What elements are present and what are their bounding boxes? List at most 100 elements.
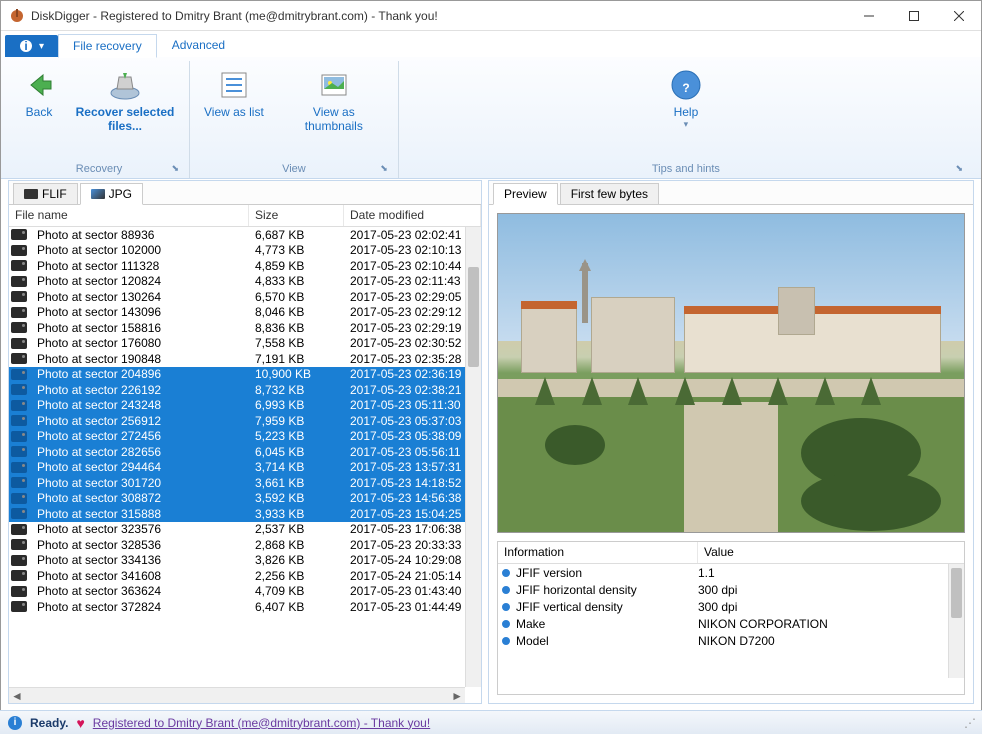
bullet-icon <box>502 620 510 628</box>
file-list-hscrollbar[interactable]: ◄► <box>9 687 465 703</box>
svg-text:?: ? <box>682 81 689 95</box>
file-row[interactable]: Photo at sector 1760807,558 KB2017-05-23… <box>9 336 465 352</box>
metadata-list[interactable]: JFIF version1.1JFIF horizontal density30… <box>498 564 948 694</box>
registration-link[interactable]: Registered to Dmitry Brant (me@dmitrybra… <box>93 716 430 730</box>
file-row[interactable]: Photo at sector 1302646,570 KB2017-05-23… <box>9 289 465 305</box>
metadata-row[interactable]: JFIF horizontal density300 dpi <box>498 581 948 598</box>
file-date: 2017-05-23 02:29:19 <box>344 321 465 335</box>
file-size: 2,256 KB <box>249 569 344 583</box>
file-date: 2017-05-23 05:11:30 <box>344 398 465 412</box>
file-list[interactable]: Photo at sector 889366,687 KB2017-05-23 … <box>9 227 465 687</box>
file-list-header: File name Size Date modified <box>9 205 481 227</box>
resize-grip[interactable]: ⋰ <box>964 716 974 730</box>
file-row[interactable]: Photo at sector 3088723,592 KB2017-05-23… <box>9 491 465 507</box>
tab-flif[interactable]: FLIF <box>13 183 78 205</box>
file-row[interactable]: Photo at sector 3235762,537 KB2017-05-23… <box>9 522 465 538</box>
file-date: 2017-05-23 02:38:21 <box>344 383 465 397</box>
file-row[interactable]: Photo at sector 3341363,826 KB2017-05-24… <box>9 553 465 569</box>
tab-bytes[interactable]: First few bytes <box>560 183 659 205</box>
file-size: 2,537 KB <box>249 522 344 536</box>
file-list-vscrollbar[interactable] <box>465 227 481 687</box>
image-preview <box>497 213 965 533</box>
file-date: 2017-05-23 05:56:11 <box>344 445 465 459</box>
file-row[interactable]: Photo at sector 1020004,773 KB2017-05-23… <box>9 243 465 259</box>
status-info-icon: i <box>8 716 22 730</box>
column-filename[interactable]: File name <box>9 205 249 226</box>
file-date: 2017-05-23 15:04:25 <box>344 507 465 521</box>
file-row[interactable]: Photo at sector 889366,687 KB2017-05-23 … <box>9 227 465 243</box>
view-list-button[interactable]: View as list <box>198 65 270 123</box>
metadata-row[interactable]: JFIF version1.1 <box>498 564 948 581</box>
file-name: Photo at sector 294464 <box>31 460 249 474</box>
file-row[interactable]: Photo at sector 3285362,868 KB2017-05-23… <box>9 537 465 553</box>
file-name: Photo at sector 334136 <box>31 553 249 567</box>
file-tab[interactable]: i ▾ <box>5 35 58 57</box>
metadata-row[interactable]: JFIF vertical density300 dpi <box>498 598 948 615</box>
file-row[interactable]: Photo at sector 2724565,223 KB2017-05-23… <box>9 429 465 445</box>
file-row[interactable]: Photo at sector 3017203,661 KB2017-05-23… <box>9 475 465 491</box>
file-date: 2017-05-24 21:05:14 <box>344 569 465 583</box>
metadata-vscrollbar[interactable] <box>948 564 964 678</box>
file-row[interactable]: Photo at sector 2432486,993 KB2017-05-23… <box>9 398 465 414</box>
scrollbar-thumb[interactable] <box>951 568 962 618</box>
file-row[interactable]: Photo at sector 3416082,256 KB2017-05-24… <box>9 568 465 584</box>
camera-icon <box>11 229 27 240</box>
tab-advanced[interactable]: Advanced <box>157 33 240 57</box>
preview-tabs: Preview First few bytes <box>489 181 973 205</box>
file-row[interactable]: Photo at sector 3158883,933 KB2017-05-23… <box>9 506 465 522</box>
file-row[interactable]: Photo at sector 3636244,709 KB2017-05-23… <box>9 584 465 600</box>
file-name: Photo at sector 308872 <box>31 491 249 505</box>
file-list-panel: FLIF JPG File name Size Date modified Ph… <box>8 180 482 704</box>
column-size[interactable]: Size <box>249 205 344 226</box>
metadata-row[interactable]: MakeNIKON CORPORATION <box>498 615 948 632</box>
file-size: 7,191 KB <box>249 352 344 366</box>
file-row[interactable]: Photo at sector 2826566,045 KB2017-05-23… <box>9 444 465 460</box>
file-type-tabs: FLIF JPG <box>9 181 481 205</box>
ribbon-group-view: View <box>198 160 390 178</box>
file-row[interactable]: Photo at sector 2261928,732 KB2017-05-23… <box>9 382 465 398</box>
metadata-key: JFIF version <box>516 566 698 580</box>
file-row[interactable]: Photo at sector 1430968,046 KB2017-05-23… <box>9 305 465 321</box>
file-name: Photo at sector 143096 <box>31 305 249 319</box>
status-text: Ready. <box>30 716 68 730</box>
file-row[interactable]: Photo at sector 20489610,900 KB2017-05-2… <box>9 367 465 383</box>
camera-icon <box>11 570 27 581</box>
metadata-key: Make <box>516 617 698 631</box>
tab-jpg[interactable]: JPG <box>80 183 143 205</box>
back-button[interactable]: Back <box>17 65 61 123</box>
thumbnail-view-icon <box>318 69 350 101</box>
file-size: 5,223 KB <box>249 429 344 443</box>
file-row[interactable]: Photo at sector 1113284,859 KB2017-05-23… <box>9 258 465 274</box>
column-value[interactable]: Value <box>698 542 964 563</box>
tab-preview[interactable]: Preview <box>493 183 558 205</box>
camera-icon <box>11 307 27 318</box>
file-size: 3,826 KB <box>249 553 344 567</box>
metadata-key: JFIF horizontal density <box>516 583 698 597</box>
minimize-button[interactable] <box>846 1 891 30</box>
file-row[interactable]: Photo at sector 2944643,714 KB2017-05-23… <box>9 460 465 476</box>
metadata-value: NIKON D7200 <box>698 634 948 648</box>
camera-icon <box>11 524 27 535</box>
file-row[interactable]: Photo at sector 3728246,407 KB2017-05-23… <box>9 599 465 615</box>
file-name: Photo at sector 88936 <box>31 228 249 242</box>
scrollbar-thumb[interactable] <box>468 267 479 367</box>
close-button[interactable] <box>936 1 981 30</box>
file-size: 6,570 KB <box>249 290 344 304</box>
file-row[interactable]: Photo at sector 1208244,833 KB2017-05-23… <box>9 274 465 290</box>
file-row[interactable]: Photo at sector 2569127,959 KB2017-05-23… <box>9 413 465 429</box>
metadata-row[interactable]: ModelNIKON D7200 <box>498 632 948 649</box>
file-row[interactable]: Photo at sector 1908487,191 KB2017-05-23… <box>9 351 465 367</box>
file-size: 10,900 KB <box>249 367 344 381</box>
file-name: Photo at sector 226192 <box>31 383 249 397</box>
file-size: 8,046 KB <box>249 305 344 319</box>
help-button[interactable]: ? Help ▾ <box>664 65 708 134</box>
tab-file-recovery[interactable]: File recovery <box>58 34 157 58</box>
recover-button[interactable]: Recover selected files... <box>69 65 181 137</box>
column-date[interactable]: Date modified <box>344 205 481 226</box>
view-thumbnails-button[interactable]: View as thumbnails <box>278 65 390 137</box>
window-title: DiskDigger - Registered to Dmitry Brant … <box>31 9 846 23</box>
column-information[interactable]: Information <box>498 542 698 563</box>
metadata-value: NIKON CORPORATION <box>698 617 948 631</box>
file-row[interactable]: Photo at sector 1588168,836 KB2017-05-23… <box>9 320 465 336</box>
maximize-button[interactable] <box>891 1 936 30</box>
